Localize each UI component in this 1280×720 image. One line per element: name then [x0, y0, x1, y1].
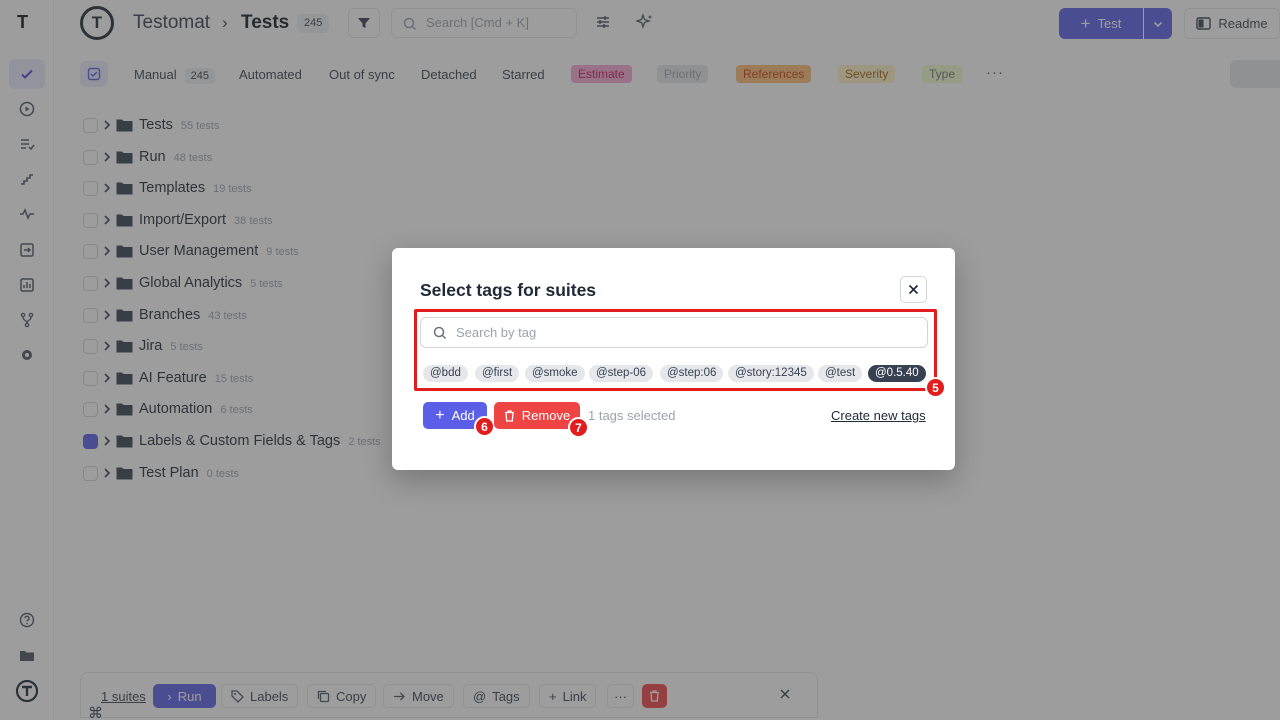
plus-icon: +	[435, 406, 445, 424]
modal-close-button[interactable]	[900, 276, 927, 303]
annotation-badge-7: 7	[568, 417, 589, 438]
trash-icon	[504, 409, 514, 422]
remove-tags-button[interactable]: Remove	[494, 402, 580, 429]
tags-selected-count: 1 tags selected	[588, 408, 676, 423]
close-icon	[908, 284, 919, 295]
annotation-badge-6: 6	[474, 416, 495, 437]
annotation-highlight-box	[414, 309, 937, 391]
modal-title: Select tags for suites	[420, 280, 597, 300]
select-tags-modal: Select tags for suites @bdd@first@smoke@…	[392, 248, 955, 470]
annotation-badge-5: 5	[925, 377, 946, 398]
create-new-tags-link[interactable]: Create new tags	[831, 408, 926, 423]
